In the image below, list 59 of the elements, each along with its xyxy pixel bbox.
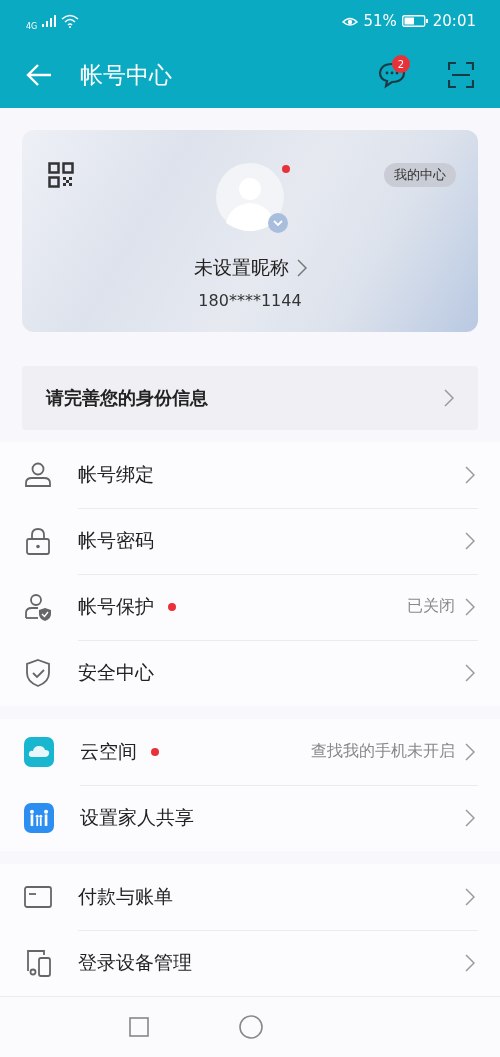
qr-code-icon[interactable] [48,162,74,188]
row-label: 安全中心 [78,660,154,685]
row-label: 帐号密码 [78,527,154,553]
chevron-right-icon [296,259,307,277]
person-icon [24,461,52,489]
identity-prompt-row[interactable]: 请完善您的身份信息 [22,366,478,430]
row-label: 帐号保护 [78,593,154,619]
identity-prompt: 请完善您的身份信息 [46,386,208,411]
settings-row[interactable]: 付款与账单 [0,864,500,930]
eye-icon [342,15,359,27]
lock-icon [24,527,52,555]
row-value: 查找我的手机未开启 [311,741,455,762]
row-label: 设置家人共享 [80,805,194,830]
wifi-icon [61,14,80,28]
page-title: 帐号中心 [80,60,173,90]
chevron-right-icon [465,954,475,972]
chevron-right-icon [465,887,475,906]
settings-row[interactable]: 帐号密码 [0,508,500,574]
battery-percent: 51% [363,12,397,30]
settings-row[interactable]: 设置家人共享 [0,785,500,851]
card-icon [24,885,52,909]
row-label: 云空间 [80,738,137,764]
scan-icon[interactable] [448,62,474,88]
network-type: 4G [26,21,38,31]
chevron-right-icon [465,597,475,616]
settings-row[interactable]: 登录设备管理 [0,930,500,996]
settings-row[interactable]: 帐号保护 已关闭 [0,574,500,640]
family-app-icon [24,803,54,833]
chevron-right-icon [465,465,475,484]
row-label: 登录设备管理 [78,950,192,975]
clock: 20:01 [432,12,476,30]
expand-icon[interactable] [268,213,288,233]
row-label: 帐号绑定 [78,461,154,487]
settings-row[interactable]: 安全中心 [0,640,500,706]
row-value: 已关闭 [407,596,455,617]
devices-icon [24,949,52,977]
settings-row[interactable]: 帐号绑定 [0,442,500,508]
shield-check-icon [24,659,52,687]
my-center-button[interactable]: 我的中心 [384,163,456,187]
chevron-right-icon [465,664,475,682]
avatar-icon[interactable] [216,163,284,231]
cloud-app-icon [24,737,54,767]
chevron-right-icon [465,742,475,761]
signal-icon [42,15,57,27]
row-label: 付款与账单 [78,883,173,909]
chevron-right-icon [465,809,475,827]
recent-apps-icon[interactable] [129,1017,149,1037]
battery-icon [401,15,428,27]
profile-card[interactable]: 我的中心 未设置昵称 180****1144 [22,130,478,333]
message-count-badge: 2 [392,55,410,73]
settings-row[interactable]: 云空间 查找我的手机未开启 [0,719,500,785]
nickname[interactable]: 未设置昵称 [193,255,289,281]
phone-number: 180****1144 [198,291,302,310]
home-icon[interactable] [239,1015,263,1039]
chevron-right-icon [465,531,475,550]
person-shield-icon [24,593,52,621]
chevron-right-icon [444,389,454,408]
chat-bubbles-icon[interactable] [378,61,408,89]
back-arrow-icon[interactable] [26,64,52,86]
